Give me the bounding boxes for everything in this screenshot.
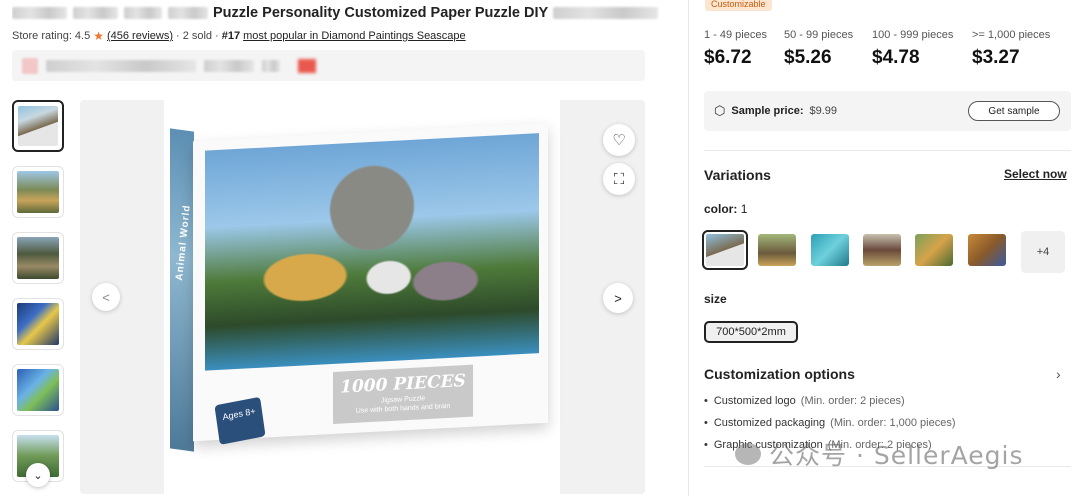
blurred-title-prefix [124,7,162,19]
customization-option: • Customized packaging (Min. order: 1,000 … [704,417,956,429]
separator: · [176,30,180,42]
product-title-row: Puzzle Personality Customized Paper Puzz… [12,4,672,22]
price-tier-price: $5.26 [784,47,832,68]
chevron-right-icon: > [614,290,622,306]
thumbnails-scroll-down-button[interactable]: ⌄ [26,463,50,487]
option-name: Customized packaging [713,417,826,429]
sample-price-value: $9.99 [809,105,838,117]
product-gallery-column: Puzzle Personality Customized Paper Puzz… [0,0,688,496]
customization-heading[interactable]: Customization options [704,366,855,382]
color-swatch-2[interactable] [758,234,796,266]
rank-link[interactable]: most popular in Diamond Paintings Seasca… [243,30,466,42]
option-min-order: (Min. order: 2 pieces) [800,395,905,407]
color-swatch-4[interactable] [863,234,901,266]
more-colors-button[interactable]: +4 [1021,231,1065,273]
price-tier-range: 100 - 999 pieces [872,29,954,41]
price-tier-price: $3.27 [972,47,1020,68]
store-rating-label: Store rating: [12,30,72,42]
product-title: Puzzle Personality Customized Paper Puzz… [213,5,549,21]
sample-price-box: ⬡ Sample price: $9.99 Get sample [704,91,1071,131]
chevron-down-icon: ⌄ [33,469,43,482]
thumbnail-3[interactable] [12,232,64,284]
box-ages-badge: Ages 8+ [214,396,266,445]
sample-price-label: Sample price: [731,105,804,117]
price-tier-range: >= 1,000 pieces [972,29,1051,41]
price-tier-price: $4.78 [872,47,920,68]
scan-icon: ⛶ [613,170,625,188]
customization-option: • Customized logo (Min. order: 2 pieces) [704,395,905,407]
puzzle-artwork [205,133,539,371]
image-search-button[interactable]: ⛶ [603,163,635,195]
rank-number[interactable]: #17 [222,30,240,42]
watermark-text: 公众号 · SellerAegis [769,441,1024,470]
color-swatch-5[interactable] [915,234,953,266]
blurred-store-info [262,59,280,72]
box-pieces-label: 1000 PIECES Jigsaw Puzzle Use with both … [333,364,473,424]
heart-icon: ♡ [612,132,626,149]
price-tier-price: $6.72 [704,47,752,68]
size-label: size [704,292,727,306]
reviews-link[interactable]: (456 reviews) [107,30,173,42]
option-name: Customized logo [713,395,796,407]
price-tier-2: 50 - 99 pieces $5.26 [784,29,853,69]
color-value: 1 [740,202,748,216]
price-tier-4: >= 1,000 pieces $3.27 [972,29,1050,69]
store-info-bar[interactable] [12,50,645,81]
sold-count: 2 sold [182,30,213,42]
previous-image-button[interactable]: < [92,283,120,311]
separator: · [215,30,219,42]
blurred-title-suffix [553,7,659,19]
store-rating-row: Store rating: 4.5 ★ (456 reviews) · 2 so… [12,29,466,43]
store-logo [22,57,38,74]
favorite-button[interactable]: ♡ [603,124,635,156]
star-icon: ★ [93,29,104,43]
variations-heading: Variations [704,167,771,183]
next-image-button[interactable]: > [603,283,633,313]
thumbnail-1[interactable] [12,100,64,152]
color-label: color: [704,202,738,216]
color-swatch-6[interactable] [968,234,1006,266]
price-tier-1: 1 - 49 pieces $6.72 [704,29,767,69]
customizable-badge: Customizable [705,0,772,11]
blurred-store-name [46,59,196,72]
get-sample-button[interactable]: Get sample [968,101,1060,121]
thumbnail-2[interactable] [12,166,64,218]
color-label-row: color: 1 [704,202,747,216]
store-rating-value: 4.5 [74,30,91,42]
price-tier-range: 50 - 99 pieces [784,29,854,41]
price-tier-3: 100 - 999 pieces $4.78 [872,29,953,69]
blurred-store-info [204,59,254,72]
blurred-title-prefix [168,7,208,19]
color-swatch-1[interactable] [702,230,748,270]
price-tier-range: 1 - 49 pieces [704,29,767,41]
option-min-order: (Min. order: 1,000 pieces) [830,417,956,429]
watermark: 公众号 · SellerAegis [735,436,1024,472]
store-badge [298,58,316,73]
divider [704,150,1071,151]
thumbnail-5[interactable] [12,364,64,416]
blurred-title-prefix [12,7,67,19]
puzzle-box-spine [170,128,194,452]
puzzle-box-front: 1000 PIECES Jigsaw Puzzle Use with both … [193,122,548,445]
main-product-image[interactable]: Animal World 1000 PIECES Jigsaw Puzzle U… [80,100,645,494]
purchase-panel: Customizable 1 - 49 pieces $6.72 50 - 99… [689,0,1080,496]
blurred-title-prefix [73,7,118,19]
color-swatch-3[interactable] [811,234,849,266]
wechat-icon [735,443,761,465]
select-now-link[interactable]: Select now [1004,167,1067,181]
thumbnail-list [12,100,64,496]
thumbnail-4[interactable] [12,298,64,350]
size-option[interactable]: 700*500*2mm [704,321,798,343]
chevron-left-icon: < [102,289,110,305]
cube-icon: ⬡ [714,103,726,118]
chevron-right-icon[interactable]: › [1056,366,1061,382]
